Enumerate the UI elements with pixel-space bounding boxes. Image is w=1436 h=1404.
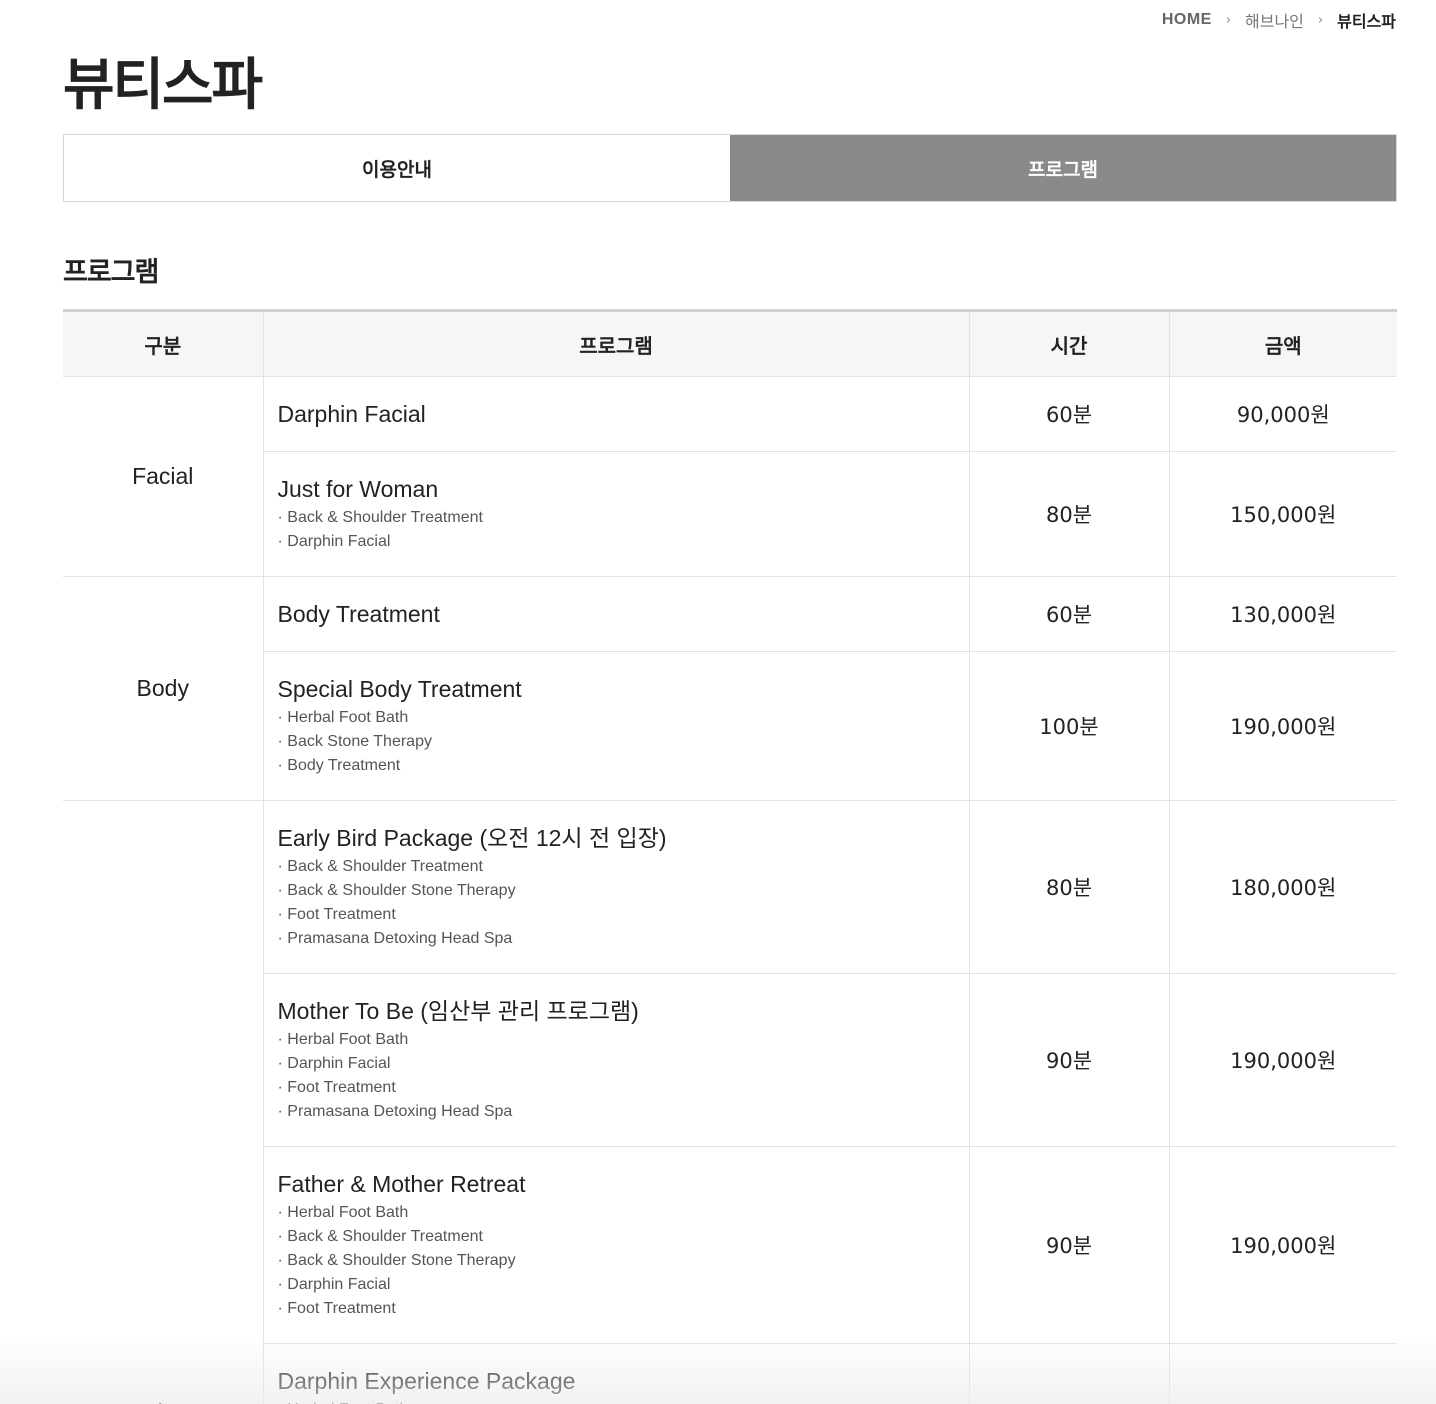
table-row: Darphin Experience Package Herbal Foot Ba…	[63, 1343, 1397, 1404]
program-cell: Body Treatment	[262, 576, 969, 652]
price-cell	[1168, 1343, 1397, 1404]
program-item: Foot Treatment	[278, 1076, 955, 1100]
price-cell: 190,000원	[1168, 973, 1397, 1147]
program-item: Herbal Foot Bath	[278, 1201, 955, 1225]
program-cell: Darphin Facial	[262, 376, 969, 452]
table-header-row: 구분 프로그램 시간 금액	[63, 310, 1397, 377]
program-item: Darphin Facial	[278, 530, 955, 554]
program-item: Darphin Facial	[278, 1052, 955, 1076]
program-cell: Just for Woman Back & Shoulder TreatmentD…	[262, 451, 969, 577]
program-item: Back & Shoulder Stone Therapy	[278, 1249, 955, 1273]
program-item: Foot Treatment	[278, 903, 955, 927]
breadcrumb-current: 뷰티스파	[1337, 12, 1396, 31]
program-item: Body Treatment	[278, 754, 955, 778]
program-items-list: Back & Shoulder TreatmentBack & Shoulder…	[278, 855, 955, 951]
program-cell: Special Body Treatment Herbal Foot BathBa…	[262, 651, 969, 801]
column-header-program: 프로그램	[262, 310, 969, 377]
program-name: Mother To Be (임산부 관리 프로그램)	[277, 998, 639, 1024]
time-cell: 90분	[968, 973, 1169, 1147]
program-table-body: Facial Darphin Facial 60분 90,000원 Just for W…	[63, 376, 1397, 1404]
table-row: Just for Woman Back & Shoulder TreatmentD…	[63, 451, 1397, 577]
breadcrumb: HOME › 해브나인 › 뷰티스파	[1162, 8, 1396, 32]
tab-bar: 이용안내 프로그램	[63, 134, 1397, 202]
program-item: Back & Shoulder Treatment	[278, 855, 955, 879]
column-header-category: 구분	[63, 310, 263, 377]
program-cell: Father & Mother RetreatHerbal Foot BathB…	[262, 1146, 969, 1344]
price-cell: 150,000원	[1168, 451, 1397, 577]
program-item: Back & Shoulder Treatment	[278, 506, 955, 530]
program-items-list: Herbal Foot BathDarphin FacialFoot Treat…	[278, 1028, 955, 1124]
program-name: Special Body Treatment	[277, 676, 522, 702]
program-item: Back Stone Therapy	[278, 730, 955, 754]
program-item: Herbal Foot Bath	[278, 1028, 955, 1052]
program-item: Herbal Foot Bath	[278, 706, 955, 730]
program-item: Pramasana Detoxing Head Spa	[278, 927, 955, 951]
breadcrumb-home-link[interactable]: HOME	[1162, 11, 1212, 29]
program-name: Father & Mother Retreat	[277, 1171, 526, 1197]
price-cell: 130,000원	[1168, 576, 1397, 652]
program-name: Darphin Facial	[277, 401, 426, 427]
chevron-right-icon: ›	[1225, 12, 1232, 28]
section-title: 프로그램	[63, 257, 159, 288]
price-cell: 180,000원	[1168, 800, 1397, 974]
program-items-list: Herbal Foot BathBack Stone TherapyBody T…	[278, 706, 955, 778]
time-cell: 60분	[968, 576, 1169, 652]
program-name: Darphin Experience Package	[277, 1368, 576, 1394]
category-cell: Body	[63, 576, 263, 801]
page-title: 뷰티스파	[63, 53, 263, 118]
program-item: Darphin Facial	[278, 1273, 955, 1297]
program-items-list: Herbal Foot BathBack & Shoulder Treatmen…	[278, 1201, 955, 1321]
program-table: 구분 프로그램 시간 금액 Facial Darphin Facial 60분 90,…	[63, 309, 1397, 1404]
price-cell: 190,000원	[1168, 651, 1397, 801]
program-cell: Early Bird Package (오전 12시 전 입장) Back & S…	[262, 800, 969, 974]
program-item: Pramasana Detoxing Head Spa	[278, 1100, 955, 1124]
tab-program[interactable]: 프로그램	[730, 135, 1396, 201]
time-cell: 80분	[968, 451, 1169, 577]
table-row: Body Body Treatment 60분 130,000원	[63, 576, 1397, 801]
program-item: Foot Treatment	[278, 1297, 955, 1321]
breadcrumb-parent-link[interactable]: 해브나인	[1245, 8, 1304, 32]
time-cell: 100분	[968, 651, 1169, 801]
time-cell	[968, 1343, 1169, 1404]
column-header-price: 금액	[1168, 310, 1397, 377]
program-items-list: Herbal Foot Bath	[278, 1398, 955, 1404]
program-items-list: Back & Shoulder TreatmentDarphin Facial	[278, 506, 955, 554]
program-item: Back & Shoulder Stone Therapy	[278, 879, 955, 903]
program-cell: Mother To Be (임산부 관리 프로그램) Herbal Foot Ba…	[262, 973, 969, 1147]
time-cell: 60분	[968, 376, 1169, 452]
price-cell: 90,000원	[1168, 376, 1397, 452]
time-cell: 80분	[968, 800, 1169, 974]
time-cell: 90분	[968, 1146, 1169, 1344]
table-row: Mother To Be (임산부 관리 프로그램) Herbal Foot Ba…	[63, 973, 1397, 1147]
column-header-time: 시간	[968, 310, 1169, 377]
table-row: Facial Darphin Facial 60분 90,000원	[63, 376, 1397, 577]
chevron-right-icon: ›	[1317, 12, 1324, 28]
table-row: Package Early Bird Package (오전 12시 전 입장) B…	[63, 800, 1397, 1404]
tab-usage-info[interactable]: 이용안내	[64, 135, 730, 201]
program-name: Early Bird Package (오전 12시 전 입장)	[277, 825, 667, 851]
program-cell: Darphin Experience Package Herbal Foot Ba…	[262, 1343, 969, 1404]
category-cell: Package	[63, 800, 263, 1404]
program-item: Herbal Foot Bath	[278, 1398, 955, 1404]
program-name: Just for Woman	[277, 476, 439, 502]
program-name: Body Treatment	[277, 601, 440, 627]
category-cell: Facial	[63, 376, 263, 577]
table-row: Father & Mother RetreatHerbal Foot BathB…	[63, 1146, 1397, 1344]
price-cell: 190,000원	[1168, 1146, 1397, 1344]
table-row: Special Body Treatment Herbal Foot BathBa…	[63, 651, 1397, 801]
program-item: Back & Shoulder Treatment	[278, 1225, 955, 1249]
